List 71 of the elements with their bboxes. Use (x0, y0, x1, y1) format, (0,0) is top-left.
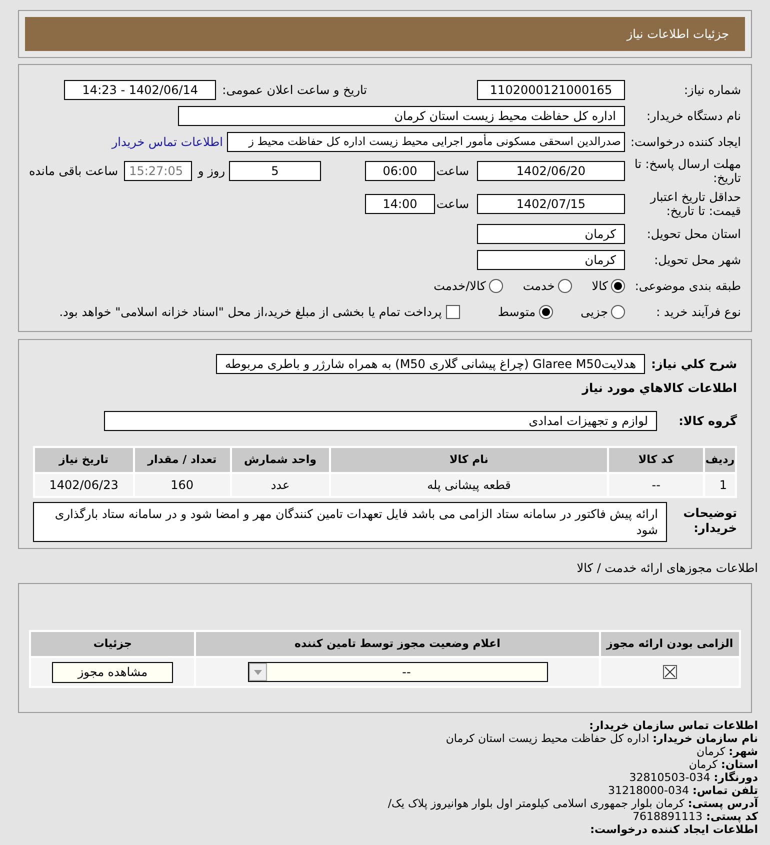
option-label: کالا/خدمت (434, 278, 486, 295)
field-label: گروه کالا: (678, 413, 737, 430)
text-field[interactable]: 1102000121000165 (477, 80, 625, 100)
option-label: متوسط (498, 304, 536, 321)
table-cell: عدد (232, 474, 329, 496)
section-title: اطلاعات کالاهاي مورد نیاز (582, 380, 737, 397)
field-label: ساعت باقی مانده (28, 163, 118, 180)
contact-line: نام سازمان خریدار: اداره کل حفاظت محیط زیست استان کرمان (446, 732, 758, 745)
option-label: جزیی (580, 304, 608, 321)
view-permit-button[interactable]: مشاهده مجوز (52, 662, 174, 682)
radio-button[interactable] (558, 279, 572, 293)
field-label: ساعت (439, 196, 469, 213)
text-field[interactable]: 1402/07/15 (477, 194, 625, 214)
contact-link[interactable]: اطلاعات تماس خریدار (112, 133, 223, 151)
table-cell: 160 (134, 474, 230, 496)
section-title: اطلاعات مجوزهای ارائه خدمت / کالا (576, 560, 759, 577)
text-field[interactable]: 14:00 (365, 194, 435, 214)
column-header: تعداد / مقدار (134, 448, 230, 472)
table-cell: 1 (705, 474, 735, 496)
field-label: ساعت (439, 163, 469, 180)
option-label: خدمت (522, 278, 555, 295)
text-field[interactable]: 1402/06/14 - 14:23 (64, 80, 216, 100)
option-label: پرداخت تمام یا بخشی از مبلغ خرید،از محل "اسناد خزانه اسلامی" خواهد بود. (59, 304, 442, 321)
text-field[interactable]: کرمان (477, 250, 625, 270)
notes-field: ارائه پیش فاکتور در سامانه ستاد الزامی می باشد فایل تعهدات تامین کنندگان مهر و امضا شود و در سامانه ستاد بارگذاری شود (33, 502, 667, 542)
status-dropdown[interactable]: -- (248, 662, 548, 682)
text-field[interactable]: 06:00 (365, 161, 435, 181)
contact-line: شهر: کرمان (696, 745, 758, 758)
field-label: طبقه بندی موضوعی: (634, 279, 741, 293)
checkbox[interactable] (446, 305, 460, 319)
section-title: اطلاعات تماس سازمان خریدار: (589, 719, 758, 732)
field-label: شماره نیاز: (683, 83, 741, 97)
contact-line: استان: کرمان (688, 758, 758, 771)
column-header: ردیف (705, 448, 735, 472)
field-label: ایجاد کننده درخواست: (629, 135, 741, 149)
field-label: شهر محل تحویل: (653, 253, 741, 267)
text-field[interactable]: 5 (229, 161, 321, 181)
column-header: نام کالا (330, 448, 608, 472)
page-title: جزئیات اطلاعات نیاز (626, 26, 729, 43)
field-label: روز و (198, 163, 225, 180)
column-header: اعلام وضعیت مجوز توسط تامین کننده (196, 632, 599, 656)
text-field[interactable]: 1402/06/20 (477, 161, 625, 181)
contact-line: آدرس پستی: کرمان بلوار جمهوری اسلامی کیلومتر اول بلوار هوانیروز پلاک یک/ (388, 797, 758, 810)
radio-button[interactable] (488, 279, 503, 293)
countdown-field[interactable]: 15:27:05 (124, 161, 192, 181)
column-header: الزامی بودن ارائه مجوز (600, 632, 739, 656)
field-label: مهلت ارسال پاسخ: تا تاریخ: (633, 157, 741, 185)
radio-button[interactable] (611, 305, 625, 319)
field-label: استان محل تحویل: (646, 227, 741, 241)
field-label: توضیحات خریدار: (682, 505, 737, 536)
field-label: نام دستگاه خریدار: (646, 109, 741, 123)
table-cell: -- (609, 474, 704, 496)
column-header: کد کالا (609, 448, 704, 472)
text-field[interactable]: لوازم و تجهیزات امدادی (104, 411, 657, 431)
radio-button[interactable] (611, 279, 625, 293)
section-title: اطلاعات ایجاد کننده درخواست: (590, 823, 758, 836)
field-label: تاریخ و ساعت اعلان عمومی: (222, 82, 367, 99)
table-cell: قطعه پیشانی پله (330, 474, 608, 496)
text-field[interactable]: هدلایتGlaree M50 (چراغ پیشانی گلاری M50) به همراه شارژر و باطری مربوطه (216, 354, 646, 374)
text-field[interactable]: صدرالدین اسحقی مسکونی مأمور اجرایی محیط زیست اداره کل حفاظت محیط ز (227, 132, 625, 152)
field-label: نوع فرآیند خرید : (655, 305, 741, 319)
column-header: واحد شمارش (232, 448, 329, 472)
text-field[interactable]: اداره کل حفاظت محیط زیست استان کرمان (178, 106, 625, 126)
field-label: حداقل تاریخ اعتبار قیمت: تا تاریخ: (648, 190, 741, 218)
text-field[interactable]: کرمان (477, 224, 625, 244)
radio-button[interactable] (538, 305, 553, 319)
field-label: شرح کلي نیاز: (651, 356, 737, 373)
column-header: جزئیات (31, 632, 194, 656)
option-label: کالا (592, 278, 608, 295)
table-cell: 1402/06/23 (35, 474, 133, 496)
column-header: تاریخ نیاز (35, 448, 133, 472)
